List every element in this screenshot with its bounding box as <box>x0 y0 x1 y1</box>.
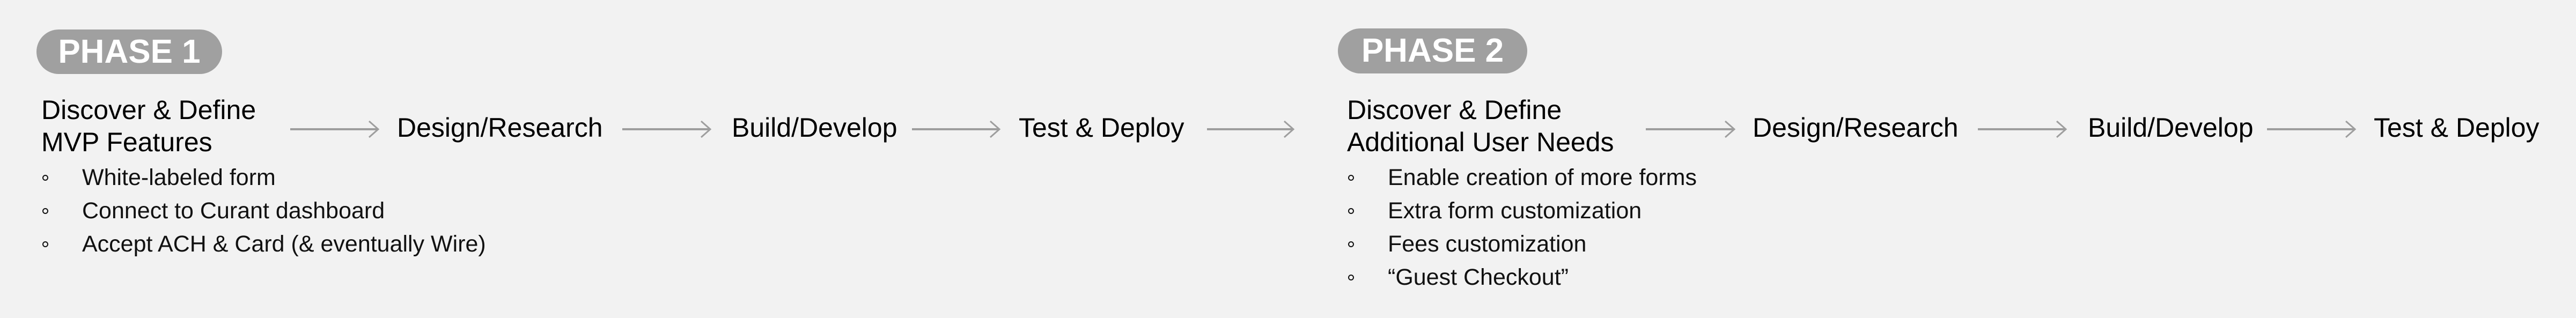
arrow-right-icon <box>1207 120 1295 138</box>
arrow-right-icon <box>1978 120 2067 138</box>
phase-2-step-design-research: Design/Research <box>1753 113 1959 143</box>
list-item-text: Fees customization <box>1388 231 1587 257</box>
phase-1-step-build-develop: Build/Develop <box>732 113 897 143</box>
phase-1-heading-line-2: MVP Features <box>41 127 212 157</box>
list-item-text: Extra form customization <box>1388 198 1642 224</box>
phase-2-badge: PHASE 2 <box>1338 28 1527 73</box>
phase-1-badge-label: PHASE 1 <box>58 33 201 70</box>
phase-1-badge: PHASE 1 <box>36 29 222 74</box>
arrow-right-icon <box>2267 120 2357 138</box>
phase-2-heading-line-1: Discover & Define <box>1347 95 1562 125</box>
list-item-text: Enable creation of more forms <box>1388 165 1697 190</box>
bullet-circle-icon <box>1348 175 1354 181</box>
bullet-circle-icon <box>1348 208 1354 214</box>
arrow-right-icon <box>1646 120 1736 138</box>
phase-1-step-design-research: Design/Research <box>397 113 603 143</box>
list-item-text: Connect to Curant dashboard <box>82 198 385 224</box>
phase-2-heading-line-2: Additional User Needs <box>1347 127 1614 157</box>
phase-1-step-test-deploy: Test & Deploy <box>1019 113 1184 143</box>
phase-2-badge-label: PHASE 2 <box>1361 32 1504 69</box>
arrow-right-icon <box>622 120 712 138</box>
arrow-right-icon <box>912 120 1001 138</box>
phase-1-heading: Discover & Define MVP Features <box>41 94 256 158</box>
bullet-circle-icon <box>1348 275 1354 280</box>
bullet-circle-icon <box>1348 241 1354 247</box>
arrow-right-icon <box>290 120 380 138</box>
list-item-text: White-labeled form <box>82 165 276 190</box>
phase-2-heading: Discover & Define Additional User Needs <box>1347 94 1614 158</box>
bullet-circle-icon <box>42 208 48 214</box>
list-item-text: Accept ACH & Card (& eventually Wire) <box>82 231 486 257</box>
bullet-circle-icon <box>42 241 48 247</box>
bullet-circle-icon <box>42 175 48 181</box>
phase-2-step-build-develop: Build/Develop <box>2088 113 2254 143</box>
phase-1-heading-line-1: Discover & Define <box>41 95 256 125</box>
phase-2-step-test-deploy: Test & Deploy <box>2374 113 2540 143</box>
list-item-text: “Guest Checkout” <box>1388 264 1569 290</box>
